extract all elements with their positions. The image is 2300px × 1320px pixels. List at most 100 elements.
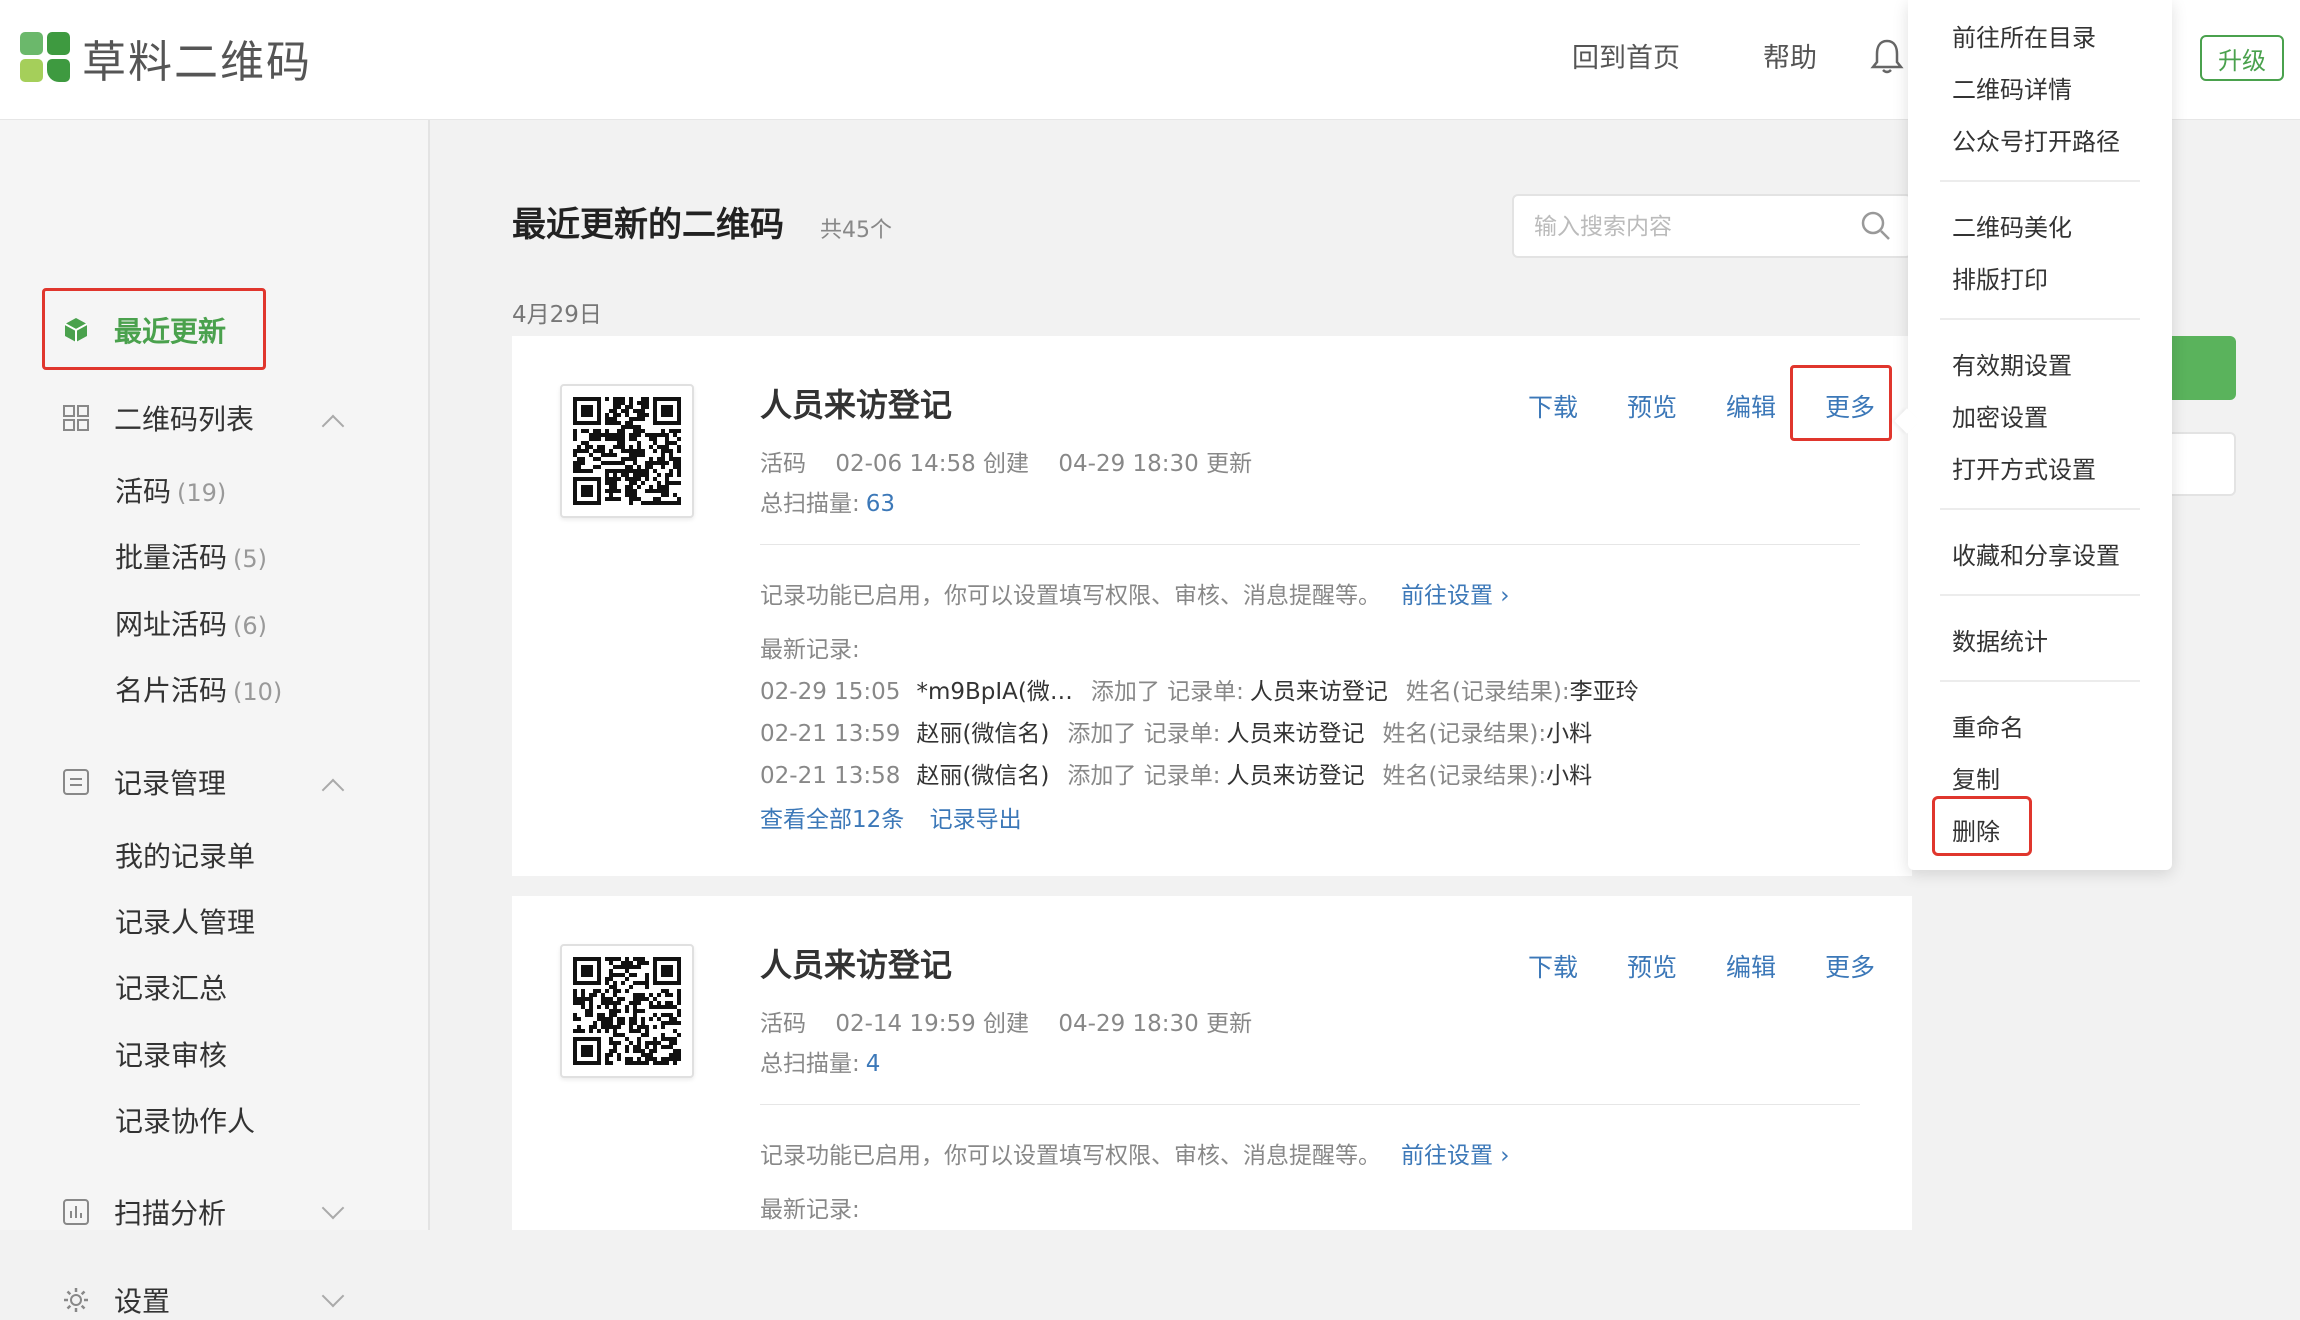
menu-item-wechat-path[interactable]: 公众号打开路径	[1952, 122, 2120, 157]
download-link[interactable]: 下载	[1528, 948, 1578, 984]
menu-item-validity[interactable]: 有效期设置	[1952, 346, 2072, 381]
nav-home-link[interactable]: 回到首页	[1572, 36, 1680, 75]
card-title[interactable]: 人员来访登记	[760, 940, 952, 986]
upgrade-button[interactable]: 升级	[2200, 35, 2284, 81]
updated-time: 04-29 18:30 更新	[1058, 1011, 1253, 1037]
page-title: 最近更新的二维码	[512, 205, 784, 245]
qr-code-image	[573, 957, 681, 1065]
sidebar-item-settings[interactable]: 设置	[62, 1280, 170, 1320]
export-link[interactable]: 记录导出	[930, 807, 1022, 833]
sidebar-item-records[interactable]: 记录管理	[62, 762, 226, 802]
scan-total: 总扫描量: 63	[760, 491, 896, 517]
created-time: 02-06 14:58 创建	[835, 451, 1030, 477]
sidebar-sub-review[interactable]: 记录审核	[115, 1034, 227, 1074]
brand-logo[interactable]: 草料二维码	[20, 30, 312, 88]
sidebar-item-scan-analysis[interactable]: 扫描分析	[62, 1192, 226, 1232]
menu-item-open-mode[interactable]: 打开方式设置	[1952, 450, 2096, 485]
sidebar-sub-summary[interactable]: 记录汇总	[115, 967, 227, 1007]
code-type: 活码	[760, 1011, 806, 1037]
sidebar-sub-url-code[interactable]: 网址活码 (6)	[115, 603, 267, 643]
sidebar: 最近更新 二维码列表 活码 (19) 批量活码 (5) 网址活码 (6) 名片活码 (1…	[0, 120, 430, 1318]
more-dropdown-menu: 前往所在目录 二维码详情 公众号打开路径 二维码美化 排版打印 有效期设置 加密…	[1894, 0, 2172, 870]
go-settings-link[interactable]: 前往设置 ›	[1401, 1143, 1510, 1169]
sidebar-sub-card-code[interactable]: 名片活码 (10)	[115, 669, 282, 709]
menu-divider	[1940, 318, 2140, 320]
document-icon	[63, 769, 89, 795]
search-box	[1512, 194, 1912, 258]
code-type: 活码	[760, 451, 806, 477]
qr-code-thumbnail[interactable]	[560, 384, 694, 518]
menu-item-rename[interactable]: 重命名	[1952, 708, 2024, 743]
menu-item-share[interactable]: 收藏和分享设置	[1952, 536, 2120, 571]
edit-link[interactable]: 编辑	[1726, 388, 1776, 424]
preview-link[interactable]: 预览	[1627, 948, 1677, 984]
menu-divider	[1940, 180, 2140, 182]
menu-divider	[1940, 680, 2140, 682]
chevron-up-icon[interactable]	[321, 414, 345, 438]
menu-item-encryption[interactable]: 加密设置	[1952, 398, 2048, 433]
created-time: 02-14 19:59 创建	[835, 1011, 1030, 1037]
sidebar-item-label: 记录管理	[114, 767, 227, 800]
record-links: 查看全部12条 记录导出	[760, 800, 1040, 834]
highlight-box	[1932, 796, 2032, 856]
qr-code-thumbnail[interactable]	[560, 944, 694, 1078]
sidebar-item-label: 二维码列表	[114, 403, 255, 436]
sidebar-sub-recorders[interactable]: 记录人管理	[115, 901, 255, 941]
nav-help-link[interactable]: 帮助	[1763, 36, 1817, 75]
menu-divider	[1940, 594, 2140, 596]
record-row: 02-21 13:58 赵丽(微信名) 添加了 记录单: 人员来访登记 姓名(记录结果)…	[760, 763, 1593, 789]
date-group-label: 4月29日	[512, 302, 602, 328]
more-link[interactable]: 更多	[1825, 948, 1875, 984]
menu-item-qr-detail[interactable]: 二维码详情	[1952, 70, 2072, 105]
edit-link[interactable]: 编辑	[1726, 948, 1776, 984]
chevron-down-icon[interactable]	[321, 1196, 345, 1220]
card-actions: 下载 预览 编辑 更多	[1528, 948, 1875, 984]
cube-icon	[64, 318, 88, 342]
record-hint: 记录功能已启用，你可以设置填写权限、审核、消息提醒等。 前往设置 ›	[760, 583, 1510, 609]
card-meta: 活码 02-14 19:59 创建 04-29 18:30 更新	[760, 1004, 1274, 1038]
record-hint: 记录功能已启用，你可以设置填写权限、审核、消息提醒等。 前往设置 ›	[760, 1143, 1510, 1169]
sidebar-sub-my-forms[interactable]: 我的记录单	[115, 835, 255, 875]
qr-code-image	[573, 397, 681, 505]
menu-item-goto-folder[interactable]: 前往所在目录	[1952, 18, 2096, 53]
divider	[760, 544, 1860, 545]
highlight-box	[1790, 365, 1892, 441]
updated-time: 04-29 18:30 更新	[1058, 451, 1253, 477]
record-row: 02-29 15:05 *m9BpIA(微… 添加了 记录单: 人员来访登记 姓名(记录…	[760, 679, 1639, 705]
qr-card: 人员来访登记 下载 预览 编辑 更多 活码 02-14 19:59 创建 04-…	[512, 896, 1912, 1230]
view-all-link[interactable]: 查看全部12条	[760, 807, 904, 833]
recent-records-label: 最新记录:	[760, 637, 860, 663]
go-settings-link[interactable]: 前往设置 ›	[1401, 583, 1510, 609]
search-icon[interactable]	[1860, 210, 1892, 242]
menu-item-statistics[interactable]: 数据统计	[1952, 622, 2048, 657]
bell-icon[interactable]	[1870, 36, 1904, 76]
sidebar-item-recent[interactable]: 最近更新	[62, 310, 226, 350]
menu-item-copy[interactable]: 复制	[1952, 760, 2000, 795]
card-title[interactable]: 人员来访登记	[760, 380, 952, 426]
preview-link[interactable]: 预览	[1627, 388, 1677, 424]
menu-item-print[interactable]: 排版打印	[1952, 260, 2048, 295]
sidebar-sub-collaborators[interactable]: 记录协作人	[115, 1100, 255, 1140]
sidebar-sub-batch-code[interactable]: 批量活码 (5)	[115, 536, 267, 576]
brand-name: 草料二维码	[82, 37, 312, 88]
chevron-up-icon[interactable]	[321, 778, 345, 802]
scan-count[interactable]: 63	[866, 491, 895, 517]
sidebar-item-label: 最近更新	[114, 315, 227, 348]
gear-icon	[64, 1288, 88, 1312]
record-row: 02-21 13:59 赵丽(微信名) 添加了 记录单: 人员来访登记 姓名(记录结果)…	[760, 721, 1593, 747]
menu-divider	[1940, 508, 2140, 510]
sidebar-sub-live-code[interactable]: 活码 (19)	[115, 470, 226, 510]
scan-count[interactable]: 4	[866, 1051, 881, 1077]
qr-card: 人员来访登记 下载 预览 编辑 更多 活码 02-06 14:58 创建 04-…	[512, 336, 1912, 876]
total-count: 共45个	[820, 218, 892, 243]
menu-item-beautify[interactable]: 二维码美化	[1952, 208, 2072, 243]
sidebar-item-qr-list[interactable]: 二维码列表	[62, 398, 254, 438]
divider	[760, 1104, 1860, 1105]
recent-records-label: 最新记录:	[760, 1197, 860, 1223]
search-input[interactable]	[1532, 210, 1836, 244]
logo-icon	[20, 32, 72, 84]
chevron-down-icon[interactable]	[321, 1284, 345, 1308]
sidebar-item-label: 设置	[114, 1285, 171, 1318]
card-meta: 活码 02-06 14:58 创建 04-29 18:30 更新	[760, 444, 1274, 478]
download-link[interactable]: 下载	[1528, 388, 1578, 424]
